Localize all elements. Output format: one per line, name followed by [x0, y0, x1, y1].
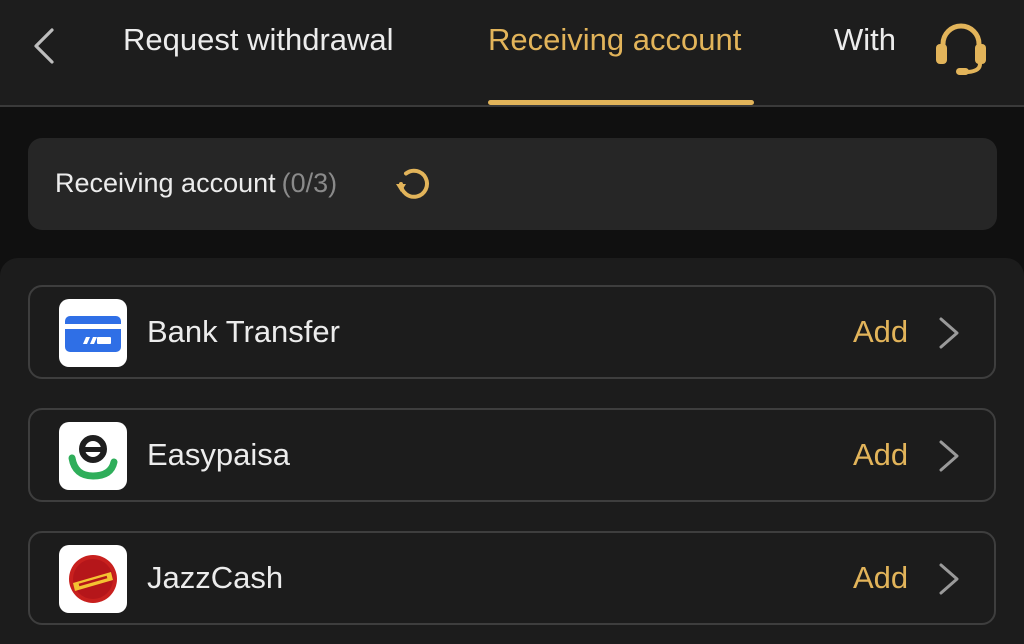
method-name: Bank Transfer	[147, 314, 340, 349]
method-row-jazzcash[interactable]: JazzCash Add	[28, 531, 996, 625]
method-row-easypaisa[interactable]: Easypaisa Add	[28, 408, 996, 502]
account-count: (0/3)	[281, 168, 338, 198]
refresh-icon	[396, 168, 429, 199]
add-button[interactable]: Add	[853, 560, 908, 596]
chevron-right-icon	[939, 317, 959, 349]
tab-receiving-account[interactable]: Receiving account	[488, 22, 741, 58]
method-name: JazzCash	[147, 560, 284, 595]
easypaisa-logo	[59, 422, 127, 490]
customer-support-button[interactable]	[930, 18, 992, 76]
withdraw-page: Request withdrawal Receiving account Wit…	[0, 0, 1024, 644]
summary-label: Receiving account	[55, 168, 276, 198]
refresh-button[interactable]	[392, 162, 436, 206]
add-button[interactable]: Add	[853, 437, 908, 473]
method-name: Easypaisa	[147, 437, 291, 472]
top-tab-bar: Request withdrawal Receiving account Wit…	[0, 0, 1024, 107]
jazzcash-logo	[59, 545, 127, 613]
chevron-left-icon	[34, 28, 54, 64]
tab-withdrawal-records[interactable]: With	[834, 22, 896, 58]
active-tab-indicator	[488, 100, 754, 105]
payment-methods-panel: Bank Transfer Add Easypaisa Add JazzCash…	[0, 258, 1024, 644]
method-row-bank-transfer[interactable]: Bank Transfer Add	[28, 285, 996, 379]
add-button[interactable]: Add	[853, 314, 908, 350]
tab-request-withdrawal[interactable]: Request withdrawal	[123, 22, 394, 58]
headset-icon	[936, 23, 986, 75]
back-button[interactable]	[28, 26, 64, 66]
receiving-account-summary: Receiving account (0/3)	[28, 138, 997, 230]
chevron-right-icon	[939, 440, 959, 472]
chevron-right-icon	[939, 563, 959, 595]
bank-card-icon	[59, 299, 127, 367]
